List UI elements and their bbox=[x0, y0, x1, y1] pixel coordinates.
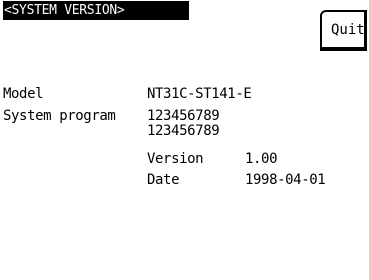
model-label: Model bbox=[3, 86, 44, 102]
date-label: Date bbox=[147, 172, 180, 188]
system-version-screen: <SYSTEM VERSION> Quit Model NT31C-ST141-… bbox=[0, 0, 369, 280]
screen-title: <SYSTEM VERSION> bbox=[4, 3, 125, 18]
date-value: 1998-04-01 bbox=[245, 172, 326, 188]
screen-title-bar: <SYSTEM VERSION> bbox=[3, 1, 189, 20]
quit-button[interactable]: Quit bbox=[320, 10, 367, 51]
system-program-line-2: 123456789 bbox=[147, 123, 220, 139]
system-program-line-1: 123456789 bbox=[147, 108, 220, 124]
version-value: 1.00 bbox=[245, 151, 278, 167]
version-label: Version bbox=[147, 151, 204, 167]
model-value: NT31C-ST141-E bbox=[147, 86, 252, 102]
system-program-label: System program bbox=[3, 108, 116, 124]
